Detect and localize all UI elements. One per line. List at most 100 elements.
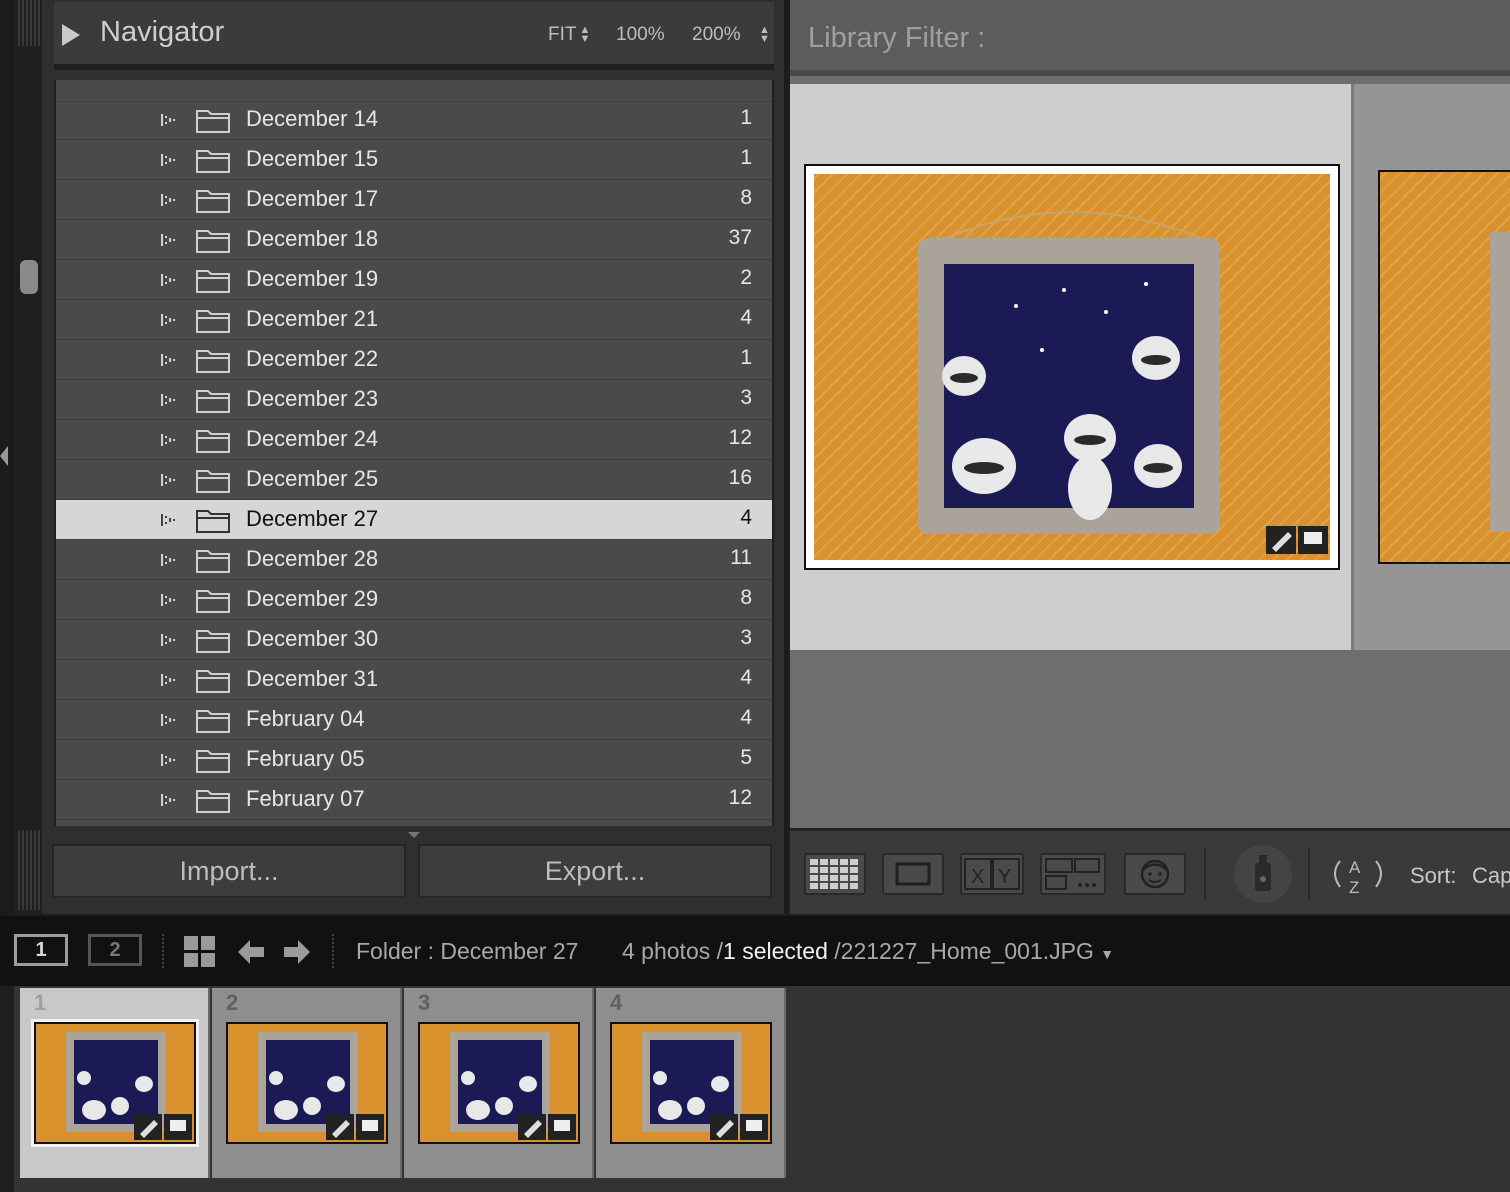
primary-display-button[interactable]: 1 — [14, 934, 68, 966]
folder-row[interactable]: December 31 4 — [56, 660, 772, 700]
survey-view-button[interactable] — [1040, 853, 1106, 895]
library-toolbar: X Y A Z Sort: Cap — [790, 828, 1510, 914]
folder-icon — [196, 107, 230, 133]
folder-count: 1 — [740, 106, 752, 129]
folder-row[interactable]: December 28 11 — [56, 540, 772, 580]
back-button[interactable] — [236, 938, 266, 971]
disclosure-arrow-icon[interactable] — [160, 672, 176, 688]
panel-scroll-handle[interactable] — [20, 260, 38, 294]
folder-row[interactable]: December 29 8 — [56, 580, 772, 620]
divider — [162, 934, 164, 968]
filmstrip-thumbnail[interactable] — [31, 1019, 199, 1147]
folder-row[interactable]: February 07 12 — [56, 780, 772, 820]
zoom-fit-button[interactable]: FIT ▲ ▼ — [548, 24, 590, 46]
expand-triangle-icon[interactable] — [62, 24, 80, 46]
sort-direction-button[interactable]: A Z — [1326, 851, 1396, 897]
panel-grip-bottom — [18, 830, 42, 910]
disclosure-arrow-icon[interactable] — [160, 392, 176, 408]
folder-count: 12 — [728, 426, 752, 449]
disclosure-arrow-icon[interactable] — [160, 792, 176, 808]
grid-view-button[interactable] — [804, 853, 866, 895]
navigator-header[interactable]: Navigator FIT ▲ ▼ 100% 200% ▲ ▼ — [54, 2, 774, 70]
filmstrip-cell[interactable]: 1 — [20, 988, 210, 1178]
folder-row[interactable]: December 18 37 — [56, 220, 772, 260]
folder-icon — [196, 307, 230, 333]
filmstrip-cell[interactable]: 4 — [596, 988, 786, 1178]
loupe-view-button[interactable] — [882, 853, 944, 895]
folder-row[interactable]: December 24 12 — [56, 420, 772, 460]
disclosure-arrow-icon[interactable] — [160, 312, 176, 328]
disclosure-arrow-icon[interactable] — [160, 632, 176, 648]
folder-row[interactable]: February 05 5 — [56, 740, 772, 780]
folder-row[interactable]: December 19 2 — [56, 260, 772, 300]
forward-button[interactable] — [282, 938, 312, 971]
filmstrip-cell[interactable]: 2 — [212, 988, 402, 1178]
grid-toggle-button[interactable] — [184, 936, 216, 973]
folder-row[interactable]: December 17 8 — [56, 180, 772, 220]
filmstrip-thumbnail[interactable] — [418, 1022, 580, 1144]
disclosure-arrow-icon[interactable] — [160, 272, 176, 288]
photo-thumbnail-2[interactable] — [1378, 170, 1510, 564]
filmstrip-cell[interactable]: 3 — [404, 988, 594, 1178]
folder-row[interactable]: December 21 4 — [56, 300, 772, 340]
collapse-left-panel-icon[interactable] — [0, 446, 8, 466]
secondary-display-button[interactable]: 2 — [88, 934, 142, 966]
folder-row[interactable]: December 27 4 — [56, 500, 772, 540]
photo-thumbnail-1[interactable] — [804, 164, 1340, 570]
disclosure-arrow-icon[interactable] — [160, 592, 176, 608]
import-button[interactable]: Import... — [52, 844, 406, 898]
updown-arrows-icon: ▲ ▼ — [579, 23, 591, 45]
folder-row[interactable]: February 04 4 — [56, 700, 772, 740]
folder-count: 16 — [728, 466, 752, 489]
filmstrip-thumbnail[interactable] — [226, 1022, 388, 1144]
folder-name: December 28 — [246, 546, 379, 571]
survey-icon — [1045, 858, 1100, 890]
folder-list[interactable]: December 14 1 December 15 1 December 17 8 Dece… — [54, 80, 774, 826]
disclosure-arrow-icon[interactable] — [160, 472, 176, 488]
people-view-button[interactable] — [1124, 853, 1186, 895]
disclosure-arrow-icon[interactable] — [160, 112, 176, 128]
dropdown-caret-icon: ▼ — [1100, 946, 1115, 962]
source-breadcrumb[interactable]: Folder : December 27 — [356, 938, 578, 965]
disclosure-arrow-icon[interactable] — [160, 752, 176, 768]
folder-row[interactable]: December 15 1 — [56, 140, 772, 180]
toolbar-divider — [1204, 847, 1206, 901]
folder-row[interactable]: December 30 3 — [56, 620, 772, 660]
disclosure-arrow-icon[interactable] — [160, 352, 176, 368]
disclosure-arrow-icon[interactable] — [160, 712, 176, 728]
disclosure-arrow-icon[interactable] — [160, 152, 176, 168]
disclosure-arrow-icon[interactable] — [160, 512, 176, 528]
folder-name: February 04 — [246, 706, 365, 731]
svg-text:A: A — [1349, 858, 1361, 877]
disclosure-arrow-icon[interactable] — [160, 552, 176, 568]
folder-row[interactable]: December 22 1 — [56, 340, 772, 380]
folder-row[interactable]: December 14 1 — [56, 100, 772, 140]
disclosure-arrow-icon[interactable] — [160, 192, 176, 208]
scroll-down-icon[interactable] — [408, 832, 420, 838]
selection-info[interactable]: 4 photos /1 selected /221227_Home_001.JP… — [622, 938, 1114, 965]
disclosure-arrow-icon[interactable] — [160, 232, 176, 248]
navigator-title: Navigator — [100, 16, 225, 48]
zoom-200-button[interactable]: 200% — [692, 24, 741, 46]
folder-icon — [196, 667, 230, 693]
folder-icon — [196, 147, 230, 173]
zoom-more-button[interactable]: ▲ ▼ — [756, 24, 770, 46]
svg-text:Y: Y — [998, 866, 1011, 888]
zoom-100-button[interactable]: 100% — [616, 24, 665, 46]
filmstrip-thumbnail[interactable] — [610, 1022, 772, 1144]
compare-view-button[interactable]: X Y — [960, 853, 1024, 895]
filmstrip-index: 4 — [610, 990, 623, 1015]
folder-name: December 17 — [246, 186, 379, 211]
folder-row-partial[interactable] — [56, 80, 772, 102]
folder-count: 1 — [740, 346, 752, 369]
grid-four-icon — [184, 936, 215, 967]
disclosure-arrow-icon[interactable] — [160, 432, 176, 448]
sort-dropdown[interactable]: Cap — [1472, 863, 1510, 889]
folder-icon — [196, 427, 230, 453]
filmstrip-index: 1 — [34, 990, 47, 1015]
export-button[interactable]: Export... — [418, 844, 772, 898]
folder-row[interactable]: December 25 16 — [56, 460, 772, 500]
folder-row[interactable]: December 23 3 — [56, 380, 772, 420]
library-filter-bar[interactable]: Library Filter : — [790, 0, 1510, 76]
painter-button[interactable] — [1234, 845, 1292, 903]
